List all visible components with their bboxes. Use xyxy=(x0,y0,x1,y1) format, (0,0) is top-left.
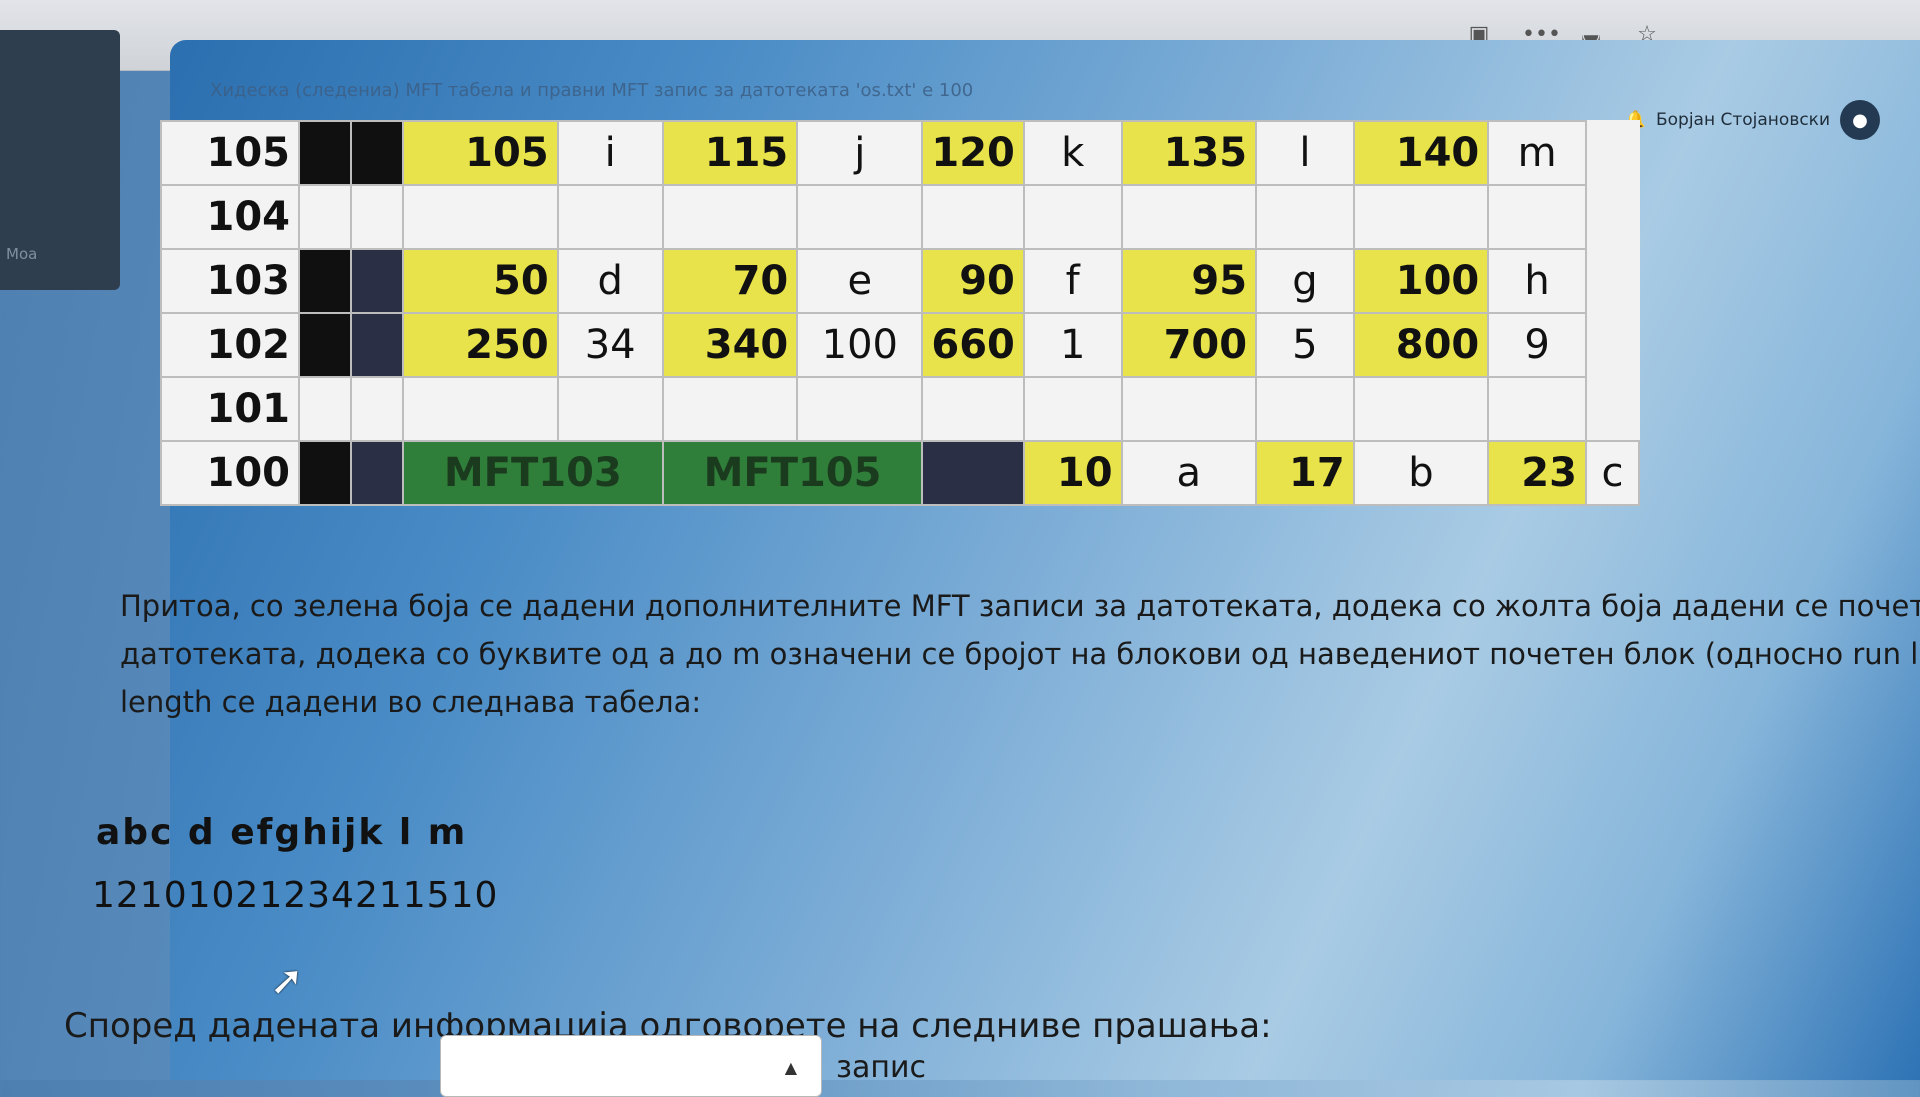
table-cell: 10 xyxy=(1022,440,1123,506)
table-cell: b xyxy=(1352,440,1490,506)
user-menu[interactable]: 🔔 Борјан Стојановски ● xyxy=(1625,100,1880,140)
table-cell: 34 xyxy=(556,312,664,378)
table-cell: d xyxy=(556,248,664,314)
paragraph-line: датотеката, додека со буквите од а до m … xyxy=(120,637,1920,671)
table-cell xyxy=(556,376,664,442)
table-cell: k xyxy=(1022,120,1123,186)
table-cell: 800 xyxy=(1352,312,1490,378)
block-number: 105 xyxy=(160,120,300,186)
explanation-paragraph: Притоа, со зелена боја се дадени дополни… xyxy=(120,582,1920,726)
table-cell xyxy=(1120,376,1258,442)
table-cell: 90 xyxy=(921,248,1025,314)
user-name: Борјан Стојановски xyxy=(1655,110,1830,130)
table-cell xyxy=(661,376,799,442)
table-cell xyxy=(298,440,352,506)
table-cell: j xyxy=(796,120,924,186)
table-cell xyxy=(350,120,404,186)
table-cell: 140 xyxy=(1352,120,1490,186)
run-length-letters: abc d efghijk l m xyxy=(96,812,468,853)
table-cell xyxy=(1487,184,1587,250)
table-cell xyxy=(921,184,1025,250)
table-cell xyxy=(1120,184,1258,250)
table-cell xyxy=(298,376,352,442)
table-row: 102 250 34 340 100 660 1 700 5 800 9 xyxy=(160,312,1639,378)
table-cell: a xyxy=(1120,440,1258,506)
table-cell xyxy=(402,184,559,250)
table-cell xyxy=(350,376,404,442)
mft-table: 105 105 i 115 j 120 k 135 l 140 m 104 10… xyxy=(160,120,1641,506)
table-cell xyxy=(298,312,352,378)
paragraph-line: length се дадени во следнава табела: xyxy=(120,685,702,719)
table-cell: 135 xyxy=(1120,120,1258,186)
table-cell: 100 xyxy=(796,312,924,378)
table-cell: 9 xyxy=(1487,312,1587,378)
mft-record-cell: MFT105 xyxy=(661,440,924,506)
table-cell xyxy=(796,376,924,442)
table-cell: 100 xyxy=(1352,248,1490,314)
table-cell: 70 xyxy=(661,248,799,314)
mouse-cursor-icon: ➚ xyxy=(270,958,304,1004)
sidebar-label: Moa xyxy=(6,245,38,263)
left-panel: Moa xyxy=(0,30,120,290)
table-cell xyxy=(298,184,352,250)
table-cell xyxy=(921,376,1025,442)
table-cell: 120 xyxy=(921,120,1025,186)
chevron-up-icon: ▲ xyxy=(784,1058,797,1077)
table-cell: f xyxy=(1022,248,1123,314)
block-number: 102 xyxy=(160,312,300,378)
table-cell xyxy=(350,440,404,506)
table-cell xyxy=(350,184,404,250)
table-cell xyxy=(1352,376,1490,442)
run-length-values: 12101021234211510 xyxy=(92,875,499,916)
table-cell: g xyxy=(1255,248,1355,314)
table-cell: 115 xyxy=(661,120,799,186)
table-cell xyxy=(921,440,1025,506)
table-cell: c xyxy=(1584,440,1641,506)
table-cell xyxy=(1255,184,1355,250)
table-cell xyxy=(350,312,404,378)
table-cell xyxy=(350,248,404,314)
table-row: 104 xyxy=(160,184,1639,250)
table-row: 103 50 d 70 e 90 f 95 g 100 h xyxy=(160,248,1639,314)
table-cell xyxy=(402,376,559,442)
table-row: 100 MFT103 MFT105 10 a 17 b 23 c xyxy=(160,440,1641,506)
table-cell: 105 xyxy=(402,120,559,186)
block-number: 103 xyxy=(160,248,300,314)
table-cell: 1 xyxy=(1022,312,1123,378)
table-cell xyxy=(1255,376,1355,442)
block-number: 100 xyxy=(160,440,300,506)
block-number: 104 xyxy=(160,184,300,250)
table-cell: 250 xyxy=(402,312,559,378)
table-cell xyxy=(1352,184,1490,250)
table-cell xyxy=(1022,376,1123,442)
table-row: 105 105 i 115 j 120 k 135 l 140 m xyxy=(160,120,1639,186)
table-cell: m xyxy=(1487,120,1587,186)
table-cell xyxy=(298,248,352,314)
table-cell: i xyxy=(556,120,664,186)
table-cell: 23 xyxy=(1487,440,1587,506)
avatar[interactable]: ● xyxy=(1840,100,1880,140)
table-cell: 95 xyxy=(1120,248,1258,314)
answer-dropdown[interactable]: ▲ xyxy=(440,1035,822,1097)
table-cell: 17 xyxy=(1255,440,1355,506)
table-cell xyxy=(556,184,664,250)
table-cell: 700 xyxy=(1120,312,1258,378)
table-cell xyxy=(298,120,352,186)
table-cell: e xyxy=(796,248,924,314)
table-cell xyxy=(796,184,924,250)
question-text: Хидеска (следениа) МFТ табела и правни М… xyxy=(210,80,974,101)
table-cell xyxy=(1487,376,1587,442)
table-cell: h xyxy=(1487,248,1587,314)
block-number: 101 xyxy=(160,376,300,442)
table-cell xyxy=(661,184,799,250)
table-row: 101 xyxy=(160,376,1639,442)
table-cell: 5 xyxy=(1255,312,1355,378)
table-cell: l xyxy=(1255,120,1355,186)
mft-record-cell: MFT103 xyxy=(402,440,664,506)
table-cell xyxy=(1022,184,1123,250)
table-cell: 340 xyxy=(661,312,799,378)
paragraph-line: Притоа, со зелена боја се дадени дополни… xyxy=(120,589,1920,623)
table-cell: 660 xyxy=(921,312,1025,378)
table-cell: 50 xyxy=(402,248,559,314)
